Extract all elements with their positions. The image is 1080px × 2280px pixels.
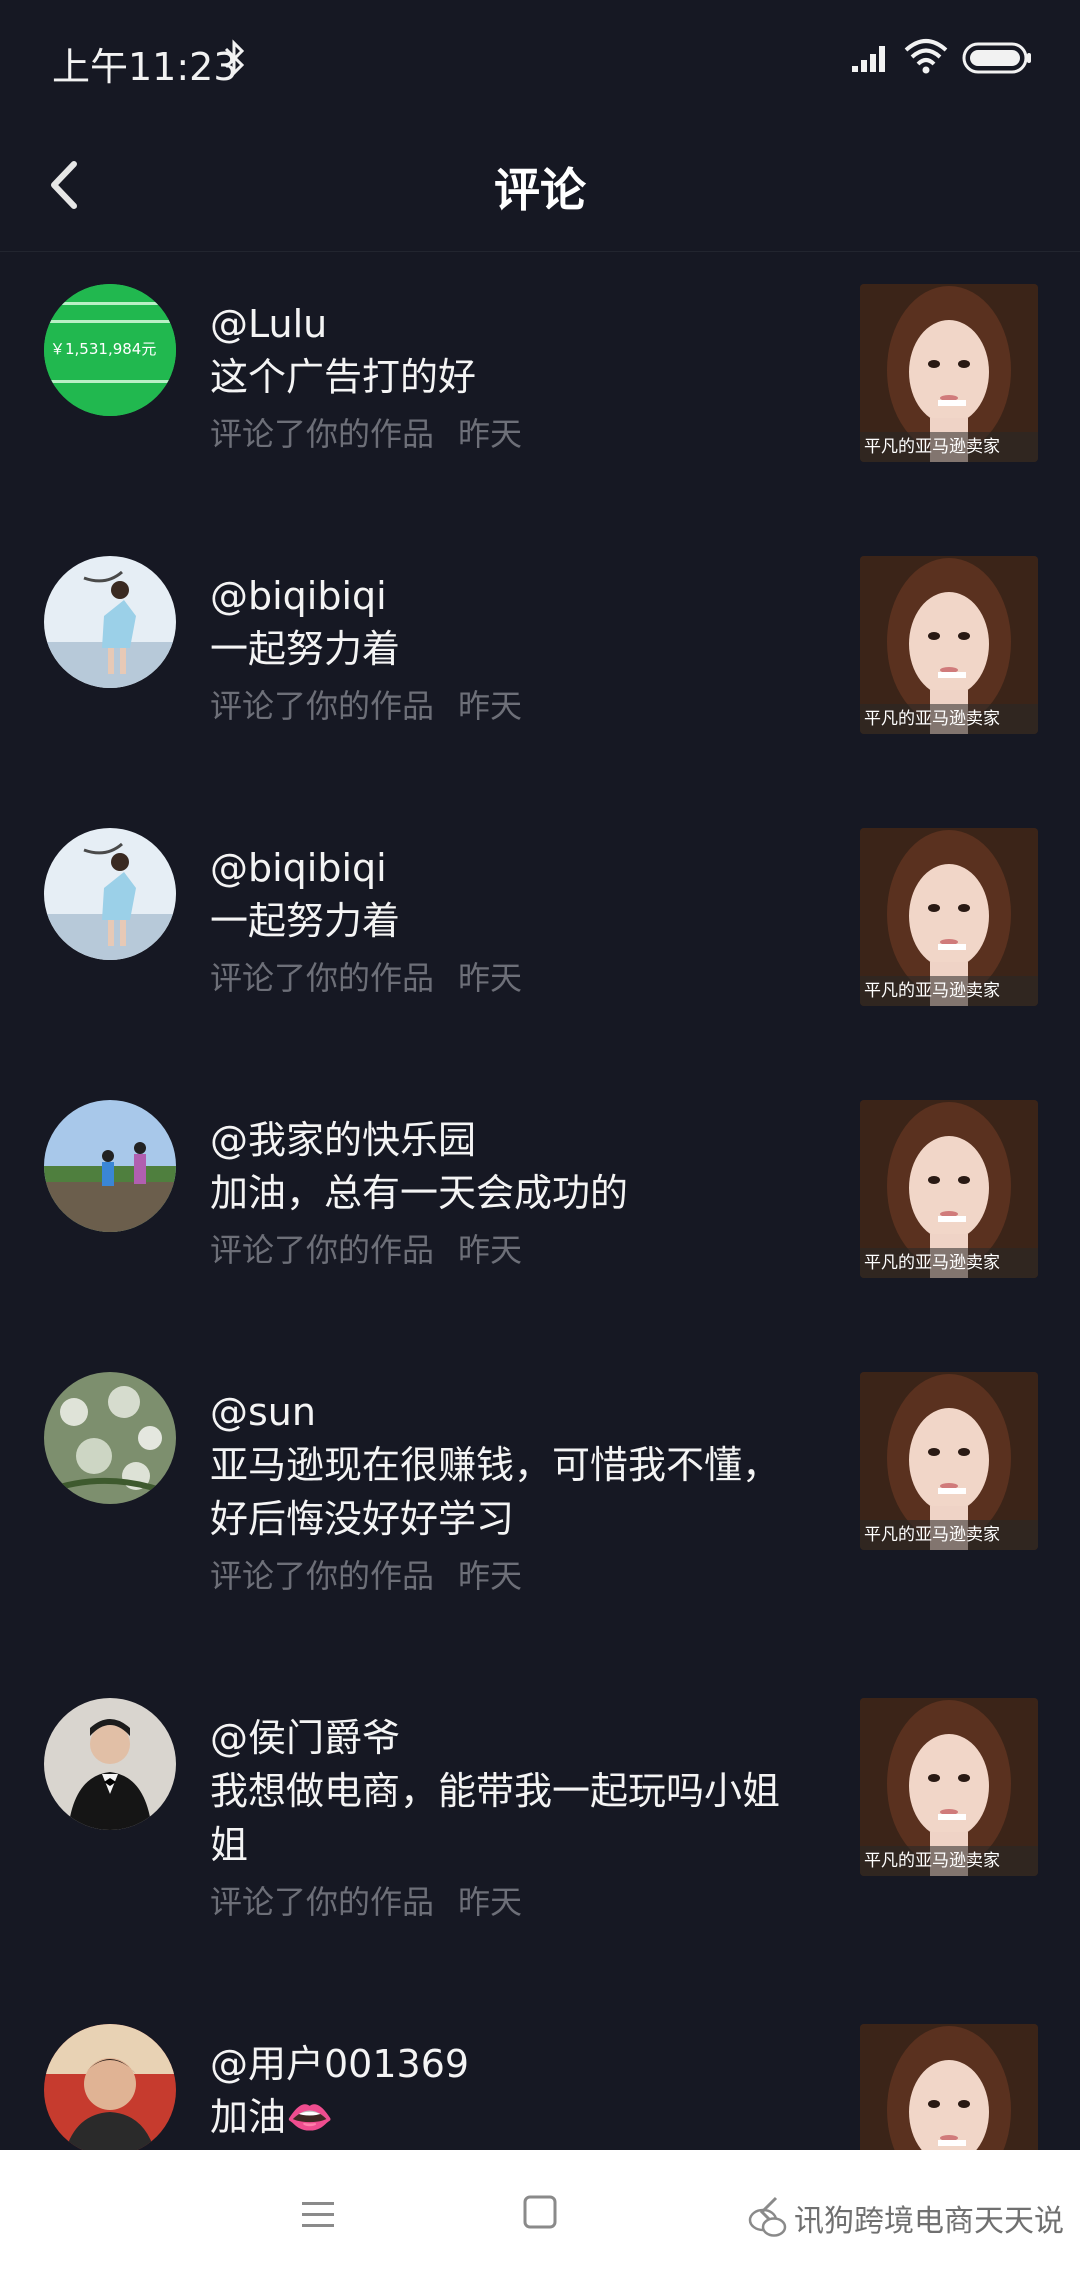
comment-username[interactable]: @我家的快乐园 [210,1114,476,1166]
avatar-image [44,1372,176,1504]
status-time: 上午11:23 [52,45,238,89]
avatar-amount: ￥1,531,984元 [50,340,157,358]
page-title: 评论 [494,163,586,217]
comment-meta: 评论了你的作品 昨天 [210,1554,522,1598]
avatar[interactable] [44,1100,176,1232]
battery-icon [962,42,1031,74]
thumbnail-image [860,2024,1038,2152]
home-icon[interactable] [522,2194,558,2230]
comment-text: 这个广告打的好 [210,355,477,399]
comment-row[interactable]: @sun 亚马逊现在很赚钱，可惜我不懂，好后悔没好好学习 评论了你的作品 昨天 平… [0,1372,1080,1672]
avatar[interactable] [44,556,176,688]
comment-text: 一起努力着 [210,899,401,943]
thumbnail-caption: 平凡的亚马逊卖家 [860,432,1038,462]
comment-time: 昨天 [458,687,523,725]
screen: 上午11:23 评论 ￥1,531,984元 @Lulu 这个广告打的好 评论了… [0,0,1080,2280]
watermark-text: 讯狗跨境电商天天说 [794,2204,1064,2239]
video-thumbnail[interactable]: 平凡的亚马逊卖家 [860,1698,1038,1876]
system-nav-bar: 讯狗跨境电商天天说 [0,2150,1080,2280]
comment-time: 昨天 [458,1557,523,1595]
signal-icon [852,46,885,72]
comment-row[interactable]: @我家的快乐园 加油，总有一天会成功的 评论了你的作品 昨天 平凡的亚马逊卖家 [0,1100,1080,1340]
comment-time: 昨天 [458,1883,523,1921]
avatar[interactable]: ￥1,531,984元 [44,284,176,416]
comment-text: 加油👄 [210,2095,334,2139]
comment-meta: 评论了你的作品 昨天 [210,412,522,456]
comment-meta: 评论了你的作品 昨天 [210,1880,522,1924]
comment-text: 加油，总有一天会成功的 [210,1171,629,1215]
comment-row[interactable]: @biqibiqi 一起努力着 评论了你的作品 昨天 平凡的亚马逊卖家 [0,828,1080,1068]
comment-username[interactable]: @侯门爵爷 [210,1712,400,1764]
thumbnail-caption: 平凡的亚马逊卖家 [860,1846,1038,1876]
comment-action: 评论了你的作品 [210,1231,435,1269]
avatar-image [44,828,176,960]
comment-time: 昨天 [458,415,523,453]
wifi-icon [904,39,948,74]
comment-row[interactable]: @biqibiqi 一起努力着 评论了你的作品 昨天 平凡的亚马逊卖家 [0,556,1080,796]
comment-username[interactable]: @Lulu [210,298,327,350]
thumbnail-caption: 平凡的亚马逊卖家 [860,1520,1038,1550]
comment-text: 我想做电商，能带我一起玩吗小姐姐 [210,1769,781,1867]
avatar-image [44,1100,176,1232]
comment-text: 亚马逊现在很赚钱，可惜我不懂，好后悔没好好学习 [210,1443,781,1541]
thumbnail-caption: 平凡的亚马逊卖家 [860,704,1038,734]
comment-list[interactable]: ￥1,531,984元 @Lulu 这个广告打的好 评论了你的作品 昨天 平凡的… [0,252,1080,2152]
avatar[interactable] [44,2024,176,2152]
comment-action: 评论了你的作品 [210,959,435,997]
watermark: 讯狗跨境电商天天说 [748,2196,1064,2240]
menu-icon[interactable] [300,2198,336,2232]
avatar-image [44,1698,176,1830]
comment-username[interactable]: @sun [210,1386,316,1438]
comment-action: 评论了你的作品 [210,687,435,725]
video-thumbnail[interactable]: 平凡的亚马逊卖家 [860,1100,1038,1278]
video-thumbnail[interactable]: 平凡的亚马逊卖家 [860,556,1038,734]
comment-text: 一起努力着 [210,627,401,671]
comment-meta: 评论了你的作品 昨天 [210,956,522,1000]
comment-row[interactable]: @用户001369 加油👄 [0,2024,1080,2152]
avatar-image [44,556,176,688]
bluetooth-icon [224,39,245,77]
avatar[interactable] [44,828,176,960]
comment-row[interactable]: @侯门爵爷 我想做电商，能带我一起玩吗小姐姐 评论了你的作品 昨天 平凡的亚马逊卖… [0,1698,1080,1998]
comment-action: 评论了你的作品 [210,1883,435,1921]
wechat-logo-icon [748,2208,787,2237]
thumbnail-caption: 平凡的亚马逊卖家 [860,1248,1038,1278]
video-thumbnail[interactable]: 平凡的亚马逊卖家 [860,828,1038,1006]
comment-action: 评论了你的作品 [210,415,435,453]
comment-time: 昨天 [458,959,523,997]
thumbnail-caption: 平凡的亚马逊卖家 [860,976,1038,1006]
comment-username[interactable]: @biqibiqi [210,842,387,894]
video-thumbnail[interactable]: 平凡的亚马逊卖家 [860,284,1038,462]
video-thumbnail[interactable] [860,2024,1038,2152]
video-thumbnail[interactable]: 平凡的亚马逊卖家 [860,1372,1038,1550]
comment-action: 评论了你的作品 [210,1557,435,1595]
comment-meta: 评论了你的作品 昨天 [210,1228,522,1272]
status-bar: 上午11:23 [0,0,1080,118]
avatar[interactable] [44,1698,176,1830]
avatar[interactable] [44,1372,176,1504]
avatar-image [44,2024,176,2152]
comment-username[interactable]: @biqibiqi [210,570,387,622]
comment-time: 昨天 [458,1231,523,1269]
comment-username[interactable]: @用户001369 [210,2038,469,2090]
comment-row[interactable]: ￥1,531,984元 @Lulu 这个广告打的好 评论了你的作品 昨天 平凡的… [0,284,1080,524]
header: 评论 [0,118,1080,252]
comment-meta: 评论了你的作品 昨天 [210,684,522,728]
